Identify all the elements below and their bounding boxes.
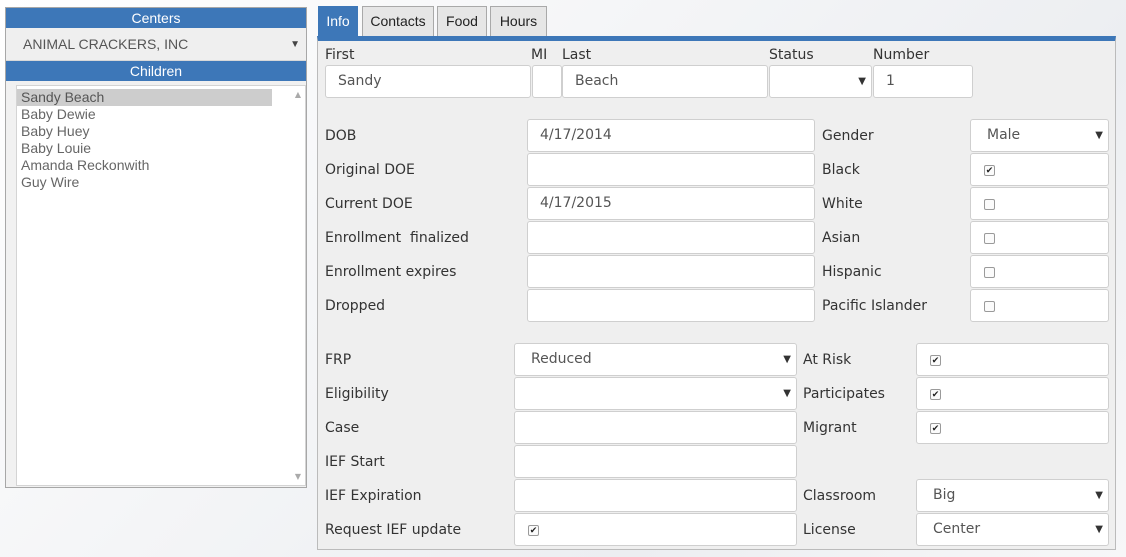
list-item[interactable]: Baby Huey: [17, 123, 284, 140]
tab-food[interactable]: Food: [437, 6, 487, 36]
hispanic-checkbox[interactable]: [984, 267, 995, 278]
gender-select[interactable]: Male ▼: [970, 119, 1109, 152]
current-doe-input[interactable]: 4/17/2015: [527, 187, 815, 220]
enrollment-expires-label: Enrollment expires: [325, 264, 457, 280]
eligibility-label: Eligibility: [325, 386, 389, 402]
dropped-label: Dropped: [325, 298, 386, 314]
chevron-down-icon: ▼: [858, 76, 866, 87]
first-name-input[interactable]: Sandy: [325, 65, 531, 98]
ief-start-input[interactable]: [514, 445, 797, 478]
original-doe-label: Original DOE: [325, 162, 415, 178]
migrant-checkbox[interactable]: [930, 423, 941, 434]
at-risk-label: At Risk: [803, 352, 852, 368]
enrollment-expires-input[interactable]: [527, 255, 815, 288]
enrollment-finalized-label: Enrollment finalized: [325, 230, 469, 246]
case-label: Case: [325, 420, 360, 436]
number-label: Number: [873, 47, 930, 63]
request-ief-checkbox[interactable]: [528, 525, 539, 536]
children-header: Children: [6, 61, 306, 81]
pacific-islander-label: Pacific Islander: [822, 298, 927, 314]
frp-label: FRP: [325, 352, 352, 368]
license-label: License: [803, 522, 856, 538]
migrant-label: Migrant: [803, 420, 857, 436]
mi-input[interactable]: [532, 65, 562, 98]
chevron-down-icon: ▼: [1095, 524, 1103, 535]
mi-label: MI: [531, 47, 548, 63]
migrant-checkbox-cell: [916, 411, 1109, 444]
black-checkbox-cell: [970, 153, 1109, 186]
pacific-islander-checkbox-cell: [970, 289, 1109, 322]
at-risk-checkbox-cell: [916, 343, 1109, 376]
list-item[interactable]: Sandy Beach: [17, 89, 272, 106]
asian-label: Asian: [822, 230, 861, 246]
chevron-down-icon: ▼: [1095, 490, 1103, 501]
participates-checkbox-cell: [916, 377, 1109, 410]
asian-checkbox[interactable]: [984, 233, 995, 244]
hispanic-checkbox-cell: [970, 255, 1109, 288]
tab-hours[interactable]: Hours: [490, 6, 547, 36]
tab-info[interactable]: Info: [318, 6, 358, 36]
white-label: White: [822, 196, 863, 212]
list-item[interactable]: Baby Dewie: [17, 106, 284, 123]
participates-label: Participates: [803, 386, 885, 402]
pacific-islander-checkbox[interactable]: [984, 301, 995, 312]
request-ief-label: Request IEF update: [325, 522, 462, 538]
frp-select[interactable]: Reduced ▼: [514, 343, 797, 376]
participates-checkbox[interactable]: [930, 389, 941, 400]
request-ief-checkbox-cell: [514, 513, 797, 546]
chevron-down-icon: ▼: [783, 354, 791, 365]
original-doe-input[interactable]: [527, 153, 815, 186]
list-item[interactable]: Amanda Reckonwith: [17, 157, 284, 174]
gender-label: Gender: [822, 128, 874, 144]
centers-header: Centers: [6, 8, 306, 28]
info-form: First MI Last Status Number Sandy Beach …: [317, 36, 1116, 550]
hispanic-label: Hispanic: [822, 264, 882, 280]
centers-select[interactable]: ANIMAL CRACKERS, INC ▼: [6, 28, 306, 61]
license-select[interactable]: Center ▼: [916, 513, 1109, 546]
current-doe-label: Current DOE: [325, 196, 413, 212]
black-checkbox[interactable]: [984, 165, 995, 176]
children-list[interactable]: Sandy Beach Baby Dewie Baby Huey Baby Lo…: [16, 85, 306, 486]
dropped-input[interactable]: [527, 289, 815, 322]
status-select[interactable]: ▼: [769, 65, 872, 98]
tab-contacts[interactable]: Contacts: [362, 6, 434, 36]
chevron-down-icon: ▼: [290, 39, 300, 50]
black-label: Black: [822, 162, 860, 178]
scroll-down-icon[interactable]: ▼: [295, 472, 301, 481]
classroom-value: Big: [933, 487, 956, 503]
first-label: First: [325, 47, 355, 63]
list-item[interactable]: Baby Louie: [17, 140, 284, 157]
dob-label: DOB: [325, 128, 357, 144]
gender-value: Male: [987, 127, 1021, 143]
dob-input[interactable]: 4/17/2014: [527, 119, 815, 152]
centers-select-value: ANIMAL CRACKERS, INC: [23, 36, 189, 52]
last-label: Last: [562, 47, 592, 63]
ief-start-label: IEF Start: [325, 454, 385, 470]
ief-expiration-label: IEF Expiration: [325, 488, 422, 504]
chevron-down-icon: ▼: [783, 388, 791, 399]
scroll-up-icon[interactable]: ▲: [295, 90, 301, 99]
license-value: Center: [933, 521, 981, 537]
list-item[interactable]: Guy Wire: [17, 174, 284, 191]
frp-value: Reduced: [531, 351, 592, 367]
number-input[interactable]: 1: [873, 65, 973, 98]
chevron-down-icon: ▼: [1095, 130, 1103, 141]
status-label: Status: [769, 47, 814, 63]
white-checkbox[interactable]: [984, 199, 995, 210]
asian-checkbox-cell: [970, 221, 1109, 254]
at-risk-checkbox[interactable]: [930, 355, 941, 366]
white-checkbox-cell: [970, 187, 1109, 220]
classroom-select[interactable]: Big ▼: [916, 479, 1109, 512]
classroom-label: Classroom: [803, 488, 877, 504]
ief-expiration-input[interactable]: [514, 479, 797, 512]
case-input[interactable]: [514, 411, 797, 444]
eligibility-select[interactable]: ▼: [514, 377, 797, 410]
enrollment-finalized-input[interactable]: [527, 221, 815, 254]
last-name-input[interactable]: Beach: [562, 65, 768, 98]
